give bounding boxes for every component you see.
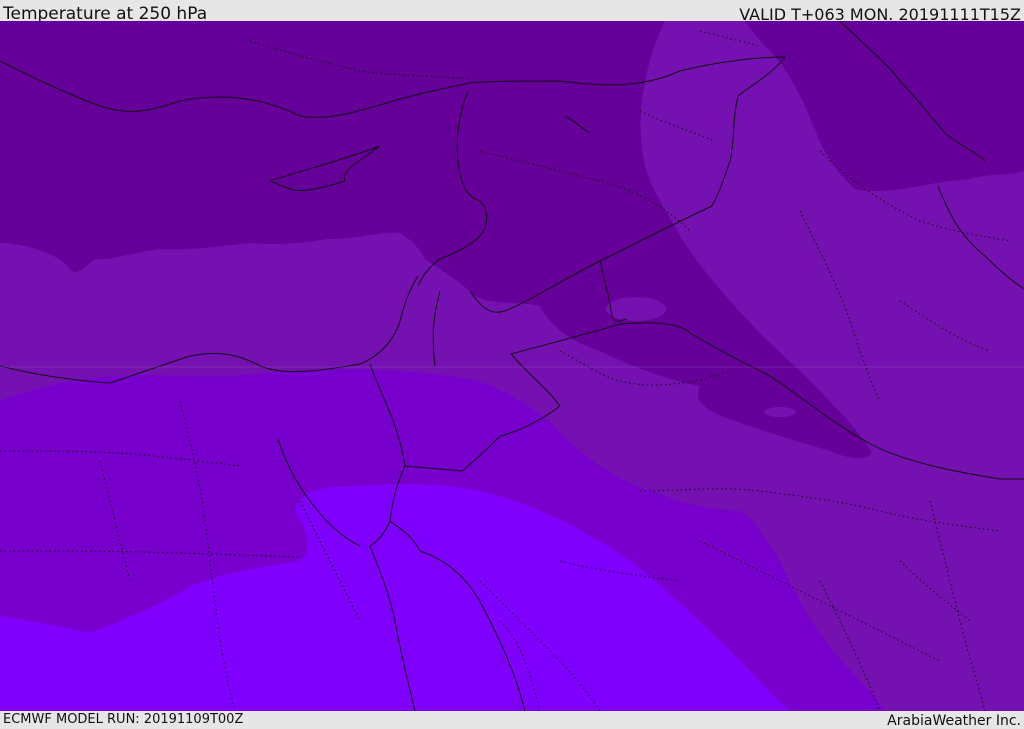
- temperature-map: [0, 21, 1024, 711]
- footer-bar: ECMWF MODEL RUN: 20191109T00Z ArabiaWeat…: [0, 711, 1024, 729]
- model-run-label: ECMWF MODEL RUN: 20191109T00Z: [3, 712, 244, 727]
- cold-pocket: [764, 407, 796, 417]
- credit-label: ArabiaWeather Inc.: [887, 713, 1021, 729]
- forecast-map-page: Temperature at 250 hPa VALID T+063 MON. …: [0, 0, 1024, 729]
- cold-pocket-2: [606, 297, 666, 321]
- header-bar: Temperature at 250 hPa VALID T+063 MON. …: [0, 0, 1024, 24]
